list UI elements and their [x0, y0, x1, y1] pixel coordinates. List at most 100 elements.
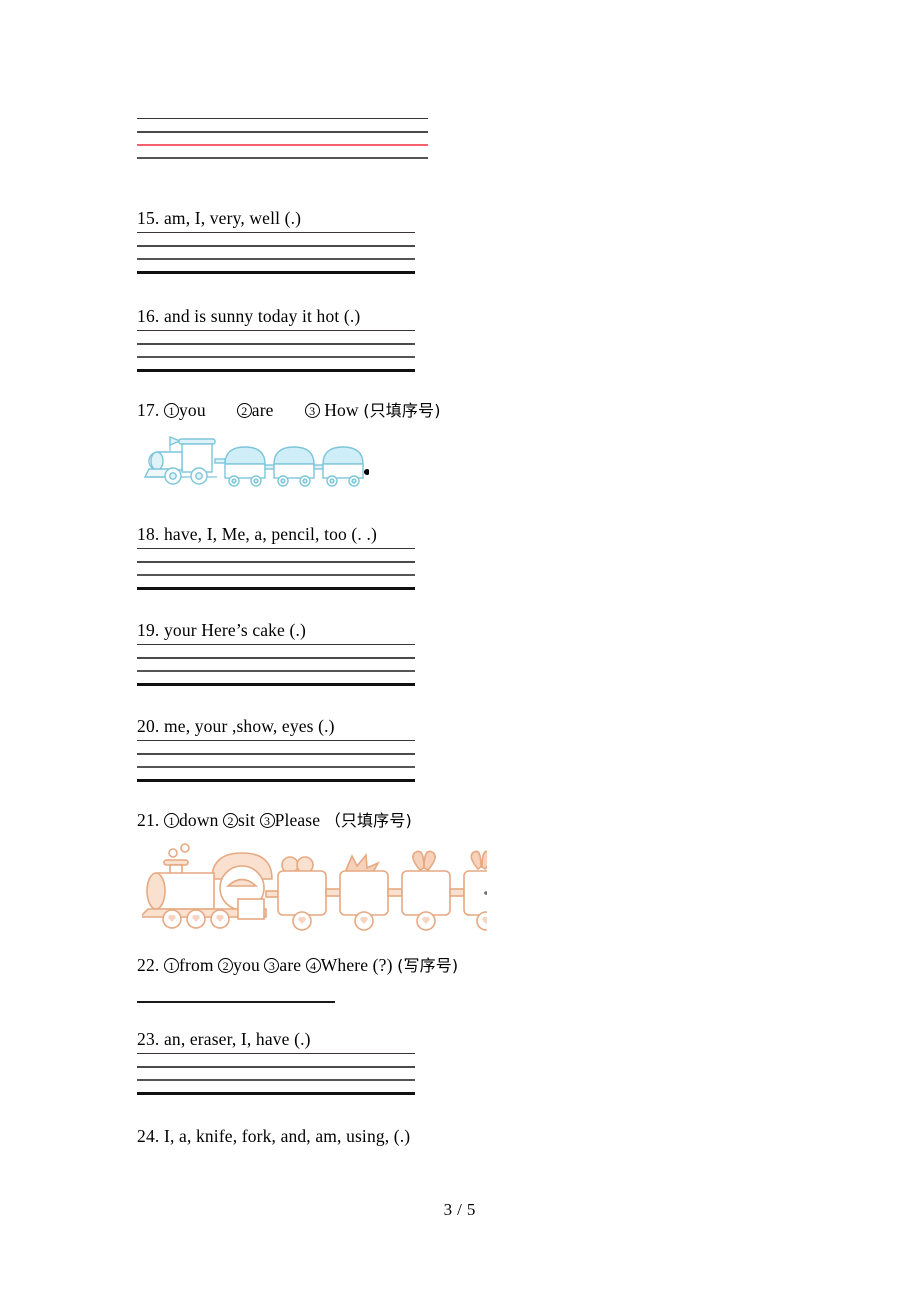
rule-line[interactable] — [137, 343, 415, 346]
rule-line[interactable] — [137, 561, 415, 564]
end-dot — [364, 469, 370, 475]
rule-line[interactable] — [137, 657, 415, 660]
rule-line[interactable] — [137, 740, 415, 742]
question-item-19: 19. your Here’s cake (.) — [137, 620, 415, 687]
question-item-20: 20. me, your ,show, eyes (.) — [137, 716, 415, 783]
choice-circle-1[interactable]: 1 — [164, 958, 180, 973]
rule-line[interactable] — [137, 1053, 415, 1055]
rule-line[interactable] — [137, 157, 428, 159]
item-text: I, a, knife, fork, and, am, using, (.) — [164, 1126, 411, 1146]
choice-circle-2[interactable]: 2 — [236, 403, 252, 418]
ruled-line-group — [137, 1053, 415, 1096]
choice-circle-2[interactable]: 2 — [223, 813, 239, 828]
rule-line[interactable] — [137, 753, 415, 756]
item-number: 23. — [137, 1029, 160, 1049]
choice-word-3: How — [324, 400, 359, 420]
question-prompt: 17. 1 you 2 are 3 How (只填序号) — [137, 400, 557, 420]
question-item-24: 24. I, a, knife, fork, and, am, using, (… — [137, 1126, 537, 1146]
train-blue-illustration — [139, 432, 370, 487]
question-prompt: 20. me, your ,show, eyes (.) — [137, 716, 415, 736]
ruled-line-group — [137, 232, 415, 275]
question-item-23: 23. an, eraser, I, have (.) — [137, 1029, 415, 1096]
question-prompt: 23. an, eraser, I, have (.) — [137, 1029, 415, 1049]
rule-line[interactable] — [137, 369, 415, 373]
continuation-answer-lines — [137, 118, 428, 159]
question-prompt: 16. and is sunny today it hot (.) — [137, 306, 415, 326]
choice-circle-2[interactable]: 2 — [218, 958, 234, 973]
rule-line[interactable] — [137, 1079, 415, 1082]
choice-circle-3[interactable]: 3 — [264, 958, 280, 973]
train-peach-illustration — [138, 843, 511, 933]
choice-circle-1[interactable]: 1 — [164, 813, 180, 828]
ruled-line-group — [137, 118, 428, 159]
question-item-21: 21. 1 down 2 sit 3 Please （只填序号) — [137, 810, 557, 830]
choice-circle-1[interactable]: 1 — [164, 403, 180, 418]
rule-line[interactable] — [137, 644, 415, 646]
page-number-current: 3 — [443, 1200, 454, 1219]
page-number-total: 5 — [466, 1200, 477, 1219]
item-text: an, eraser, I, have (.) — [164, 1029, 311, 1049]
item-text: am, I, very, well (.) — [164, 208, 302, 228]
rule-line[interactable] — [137, 1001, 335, 1004]
rule-line[interactable] — [137, 779, 415, 783]
item-number: 17. — [137, 400, 160, 420]
rule-line-red[interactable] — [137, 144, 428, 146]
question-item-17: 17. 1 you 2 are 3 How (只填序号) — [137, 400, 557, 420]
choice-word-3: Please — [274, 810, 321, 830]
rule-line[interactable] — [137, 1092, 415, 1096]
rule-line[interactable] — [137, 232, 415, 234]
rule-line[interactable] — [137, 258, 415, 261]
rule-line[interactable] — [137, 766, 415, 769]
item-number: 19. — [137, 620, 160, 640]
item-text: and is sunny today it hot (.) — [164, 306, 361, 326]
rule-line[interactable] — [137, 356, 415, 359]
item-number: 20. — [137, 716, 160, 736]
rule-line[interactable] — [137, 1066, 415, 1069]
item-number: 18. — [137, 524, 160, 544]
question-prompt: 24. I, a, knife, fork, and, am, using, (… — [137, 1126, 537, 1146]
choice-word-2: you — [233, 955, 260, 975]
rule-line[interactable] — [137, 330, 415, 332]
question-prompt: 15. am, I, very, well (.) — [137, 208, 415, 228]
question-item-16: 16. and is sunny today it hot (.) — [137, 306, 415, 373]
rule-line[interactable] — [137, 683, 415, 687]
ruled-line-group — [137, 548, 415, 591]
choice-word-4: Where — [320, 955, 369, 975]
question-item-18: 18. have, I, Me, a, pencil, too (. .) — [137, 524, 415, 591]
instruction-note: (只填序号) — [363, 401, 441, 420]
item-number: 24. — [137, 1126, 160, 1146]
page-number-separator: / — [457, 1200, 463, 1219]
rule-line[interactable] — [137, 670, 415, 673]
question-prompt: 21. 1 down 2 sit 3 Please （只填序号) — [137, 810, 557, 830]
choice-circle-4[interactable]: 4 — [305, 958, 321, 973]
item-number: 16. — [137, 306, 160, 326]
rule-line[interactable] — [137, 271, 415, 275]
rule-line[interactable] — [137, 118, 428, 119]
instruction-note: (写序号) — [397, 956, 459, 975]
choice-word-2: are — [251, 400, 274, 420]
worksheet-page: 15. am, I, very, well (.) 16. and is sun… — [0, 0, 920, 1302]
choice-circle-3[interactable]: 3 — [259, 813, 275, 828]
punctuation-hint: (?) — [372, 955, 393, 975]
item-text: me, your ,show, eyes (.) — [164, 716, 335, 736]
item-number: 15. — [137, 208, 160, 228]
item-number: 21. — [137, 810, 160, 830]
choice-word-1: from — [179, 955, 214, 975]
choice-word-3: are — [279, 955, 302, 975]
rule-line[interactable] — [137, 587, 415, 591]
instruction-note: （只填序号) — [324, 811, 412, 830]
ruled-line-group — [137, 740, 415, 783]
ruled-line-group — [137, 330, 415, 373]
ruled-line-group — [137, 1001, 335, 1004]
rule-line[interactable] — [137, 131, 428, 133]
question-item-15: 15. am, I, very, well (.) — [137, 208, 415, 275]
choice-word-1: you — [179, 400, 206, 420]
question-item-22: 22. 1 from 2 you 3 are 4 Where (?) (写序号) — [137, 955, 577, 1004]
choice-word-1: down — [179, 810, 219, 830]
choice-word-2: sit — [238, 810, 256, 830]
question-prompt: 18. have, I, Me, a, pencil, too (. .) — [137, 524, 415, 544]
rule-line[interactable] — [137, 574, 415, 577]
rule-line[interactable] — [137, 245, 415, 248]
choice-circle-3[interactable]: 3 — [304, 403, 320, 418]
rule-line[interactable] — [137, 548, 415, 550]
